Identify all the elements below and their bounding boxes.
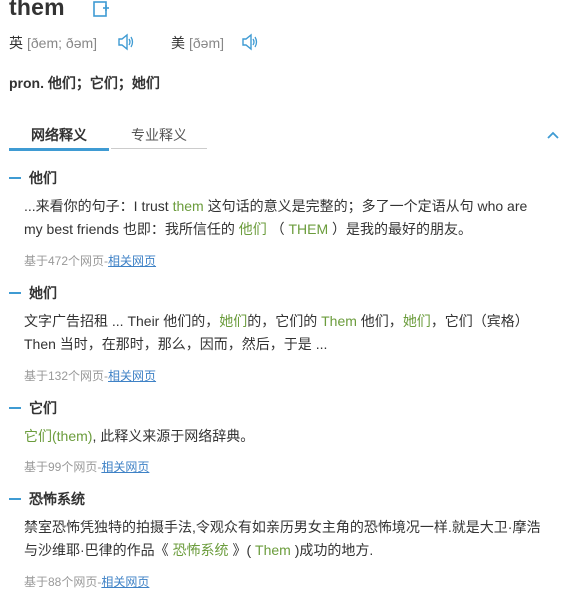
entry-title: 恐怖系统 <box>9 489 85 509</box>
definition-tabs: 网络释义 专业释义 <box>9 124 207 151</box>
entry-dash <box>9 407 21 410</box>
related-pages-link[interactable]: 相关网页 <box>108 254 156 268</box>
entry-meta: 基于132个网页-相关网页 <box>24 367 156 384</box>
phonetic-us-label: 美 <box>171 35 185 51</box>
highlight-term: 她们 <box>402 313 431 329</box>
tab-web-definitions[interactable]: 网络释义 <box>9 124 109 151</box>
phonetic-uk-ipa: [ðem; ðəm] <box>27 35 98 51</box>
entry-meta-count: 基于472个网页- <box>24 254 109 268</box>
entry-meta-count: 基于132个网页- <box>24 369 109 383</box>
highlight-term: 他们 <box>238 221 267 237</box>
entry-body: 禁室恐怖凭独特的拍摄手法,令观众有如亲历男女主角的恐怖境况一样.就是大卫·摩浩与… <box>24 516 544 562</box>
highlight-term: Them <box>321 313 357 329</box>
phonetic-uk: 英 [ðem; ðəm] <box>9 33 97 53</box>
entry-dash <box>9 292 21 295</box>
entry-body: ...来看你的句子：I trust them 这句话的意义是完整的；多了一个定语… <box>24 195 544 241</box>
entry-title-text: 他们 <box>29 170 57 186</box>
entry-title: 他们 <box>9 168 57 188</box>
entry-text: ）是我的最好的朋友。 <box>328 221 473 237</box>
entry-body: 它们(them), 此释义来源于网络辞典。 <box>24 425 544 448</box>
related-pages-link[interactable]: 相关网页 <box>101 575 149 589</box>
entry-text: 文字广告招租 ... Their 他们的， <box>24 313 220 329</box>
highlight-term: Them <box>255 542 291 558</box>
basic-translation: pron. 他们；它们；她们 <box>9 75 160 91</box>
entry-text: 的，它们的 <box>247 313 322 329</box>
entry-title-text: 她们 <box>29 285 57 301</box>
related-pages-link[interactable]: 相关网页 <box>101 460 149 474</box>
phonetic-uk-label: 英 <box>9 35 23 51</box>
tab-professional-definitions[interactable]: 专业释义 <box>111 124 207 149</box>
phonetic-us-ipa: [ðəm] <box>189 35 225 51</box>
phonetic-us: 美 [ðəm] <box>171 33 224 53</box>
entry-body: 文字广告招租 ... Their 他们的，她们的，它们的 Them 他们，她们，… <box>24 310 544 356</box>
entry-meta: 基于99个网页-相关网页 <box>24 458 149 475</box>
entry-title: 她们 <box>9 283 57 303</box>
entry-text: , 此释义来源于网络辞典。 <box>92 428 255 444</box>
entry-title-text: 恐怖系统 <box>29 491 85 507</box>
highlight-term: THEM <box>288 221 329 237</box>
speaker-icon[interactable] <box>118 33 134 51</box>
entry-text: 他们， <box>356 313 403 329</box>
entry-dash <box>9 498 21 501</box>
entry-title-text: 它们 <box>29 400 57 416</box>
entry-text: （ <box>266 221 289 237</box>
entry-meta: 基于472个网页-相关网页 <box>24 252 156 269</box>
add-to-wordbook-icon[interactable] <box>92 0 110 18</box>
related-pages-link[interactable]: 相关网页 <box>108 369 156 383</box>
highlight-term: 恐怖系统 <box>172 542 229 558</box>
entry-title: 它们 <box>9 398 57 418</box>
highlight-term: them <box>172 198 204 214</box>
speaker-icon[interactable] <box>242 33 258 51</box>
headword: them <box>9 0 65 20</box>
entry-text: )成功的地方. <box>290 542 374 558</box>
highlight-term: 她们 <box>219 313 248 329</box>
entry-text: 》( <box>228 542 256 558</box>
entry-text: ...来看你的句子：I trust <box>24 198 173 214</box>
entry-meta-count: 基于88个网页- <box>24 575 102 589</box>
entry-dash <box>9 177 21 180</box>
chevron-up-icon[interactable] <box>546 128 560 142</box>
entry-meta-count: 基于99个网页- <box>24 460 102 474</box>
entry-meta: 基于88个网页-相关网页 <box>24 573 149 590</box>
highlight-term: 它们(them) <box>24 428 93 444</box>
